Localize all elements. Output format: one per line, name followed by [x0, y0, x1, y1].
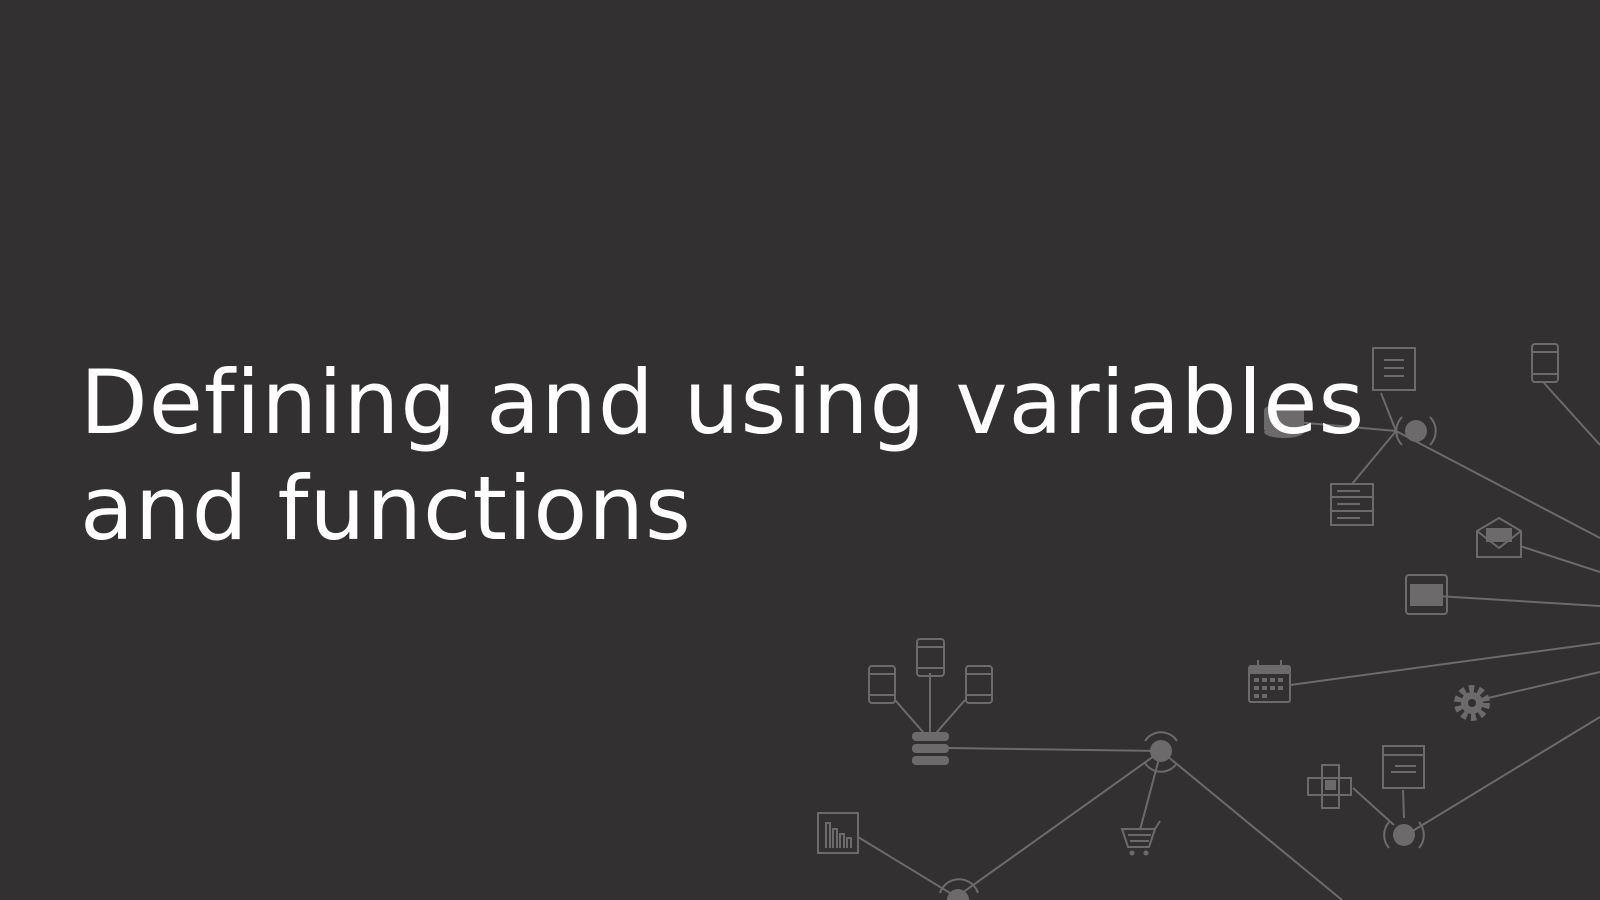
phone-left-icon: [868, 665, 896, 704]
tablet-icon: [1405, 574, 1448, 615]
phone-icon: [1531, 343, 1559, 383]
title-line: and functions: [80, 457, 692, 560]
browser-window-icon: [1382, 745, 1425, 789]
phone-center-icon: [916, 638, 945, 677]
fax-icon: [1307, 764, 1352, 809]
slide: Defining and using variables and functio…: [0, 0, 1600, 900]
chart-icon: [817, 812, 859, 854]
database-stack-icon: [912, 732, 949, 765]
slide-title: Defining and using variables and functio…: [80, 350, 1380, 562]
gear-icon: [1454, 685, 1490, 721]
title-line: Defining and using variables: [80, 351, 1366, 454]
phone-right-icon: [965, 665, 993, 704]
calendar-icon: [1248, 660, 1291, 703]
mail-icon: [1476, 516, 1522, 558]
